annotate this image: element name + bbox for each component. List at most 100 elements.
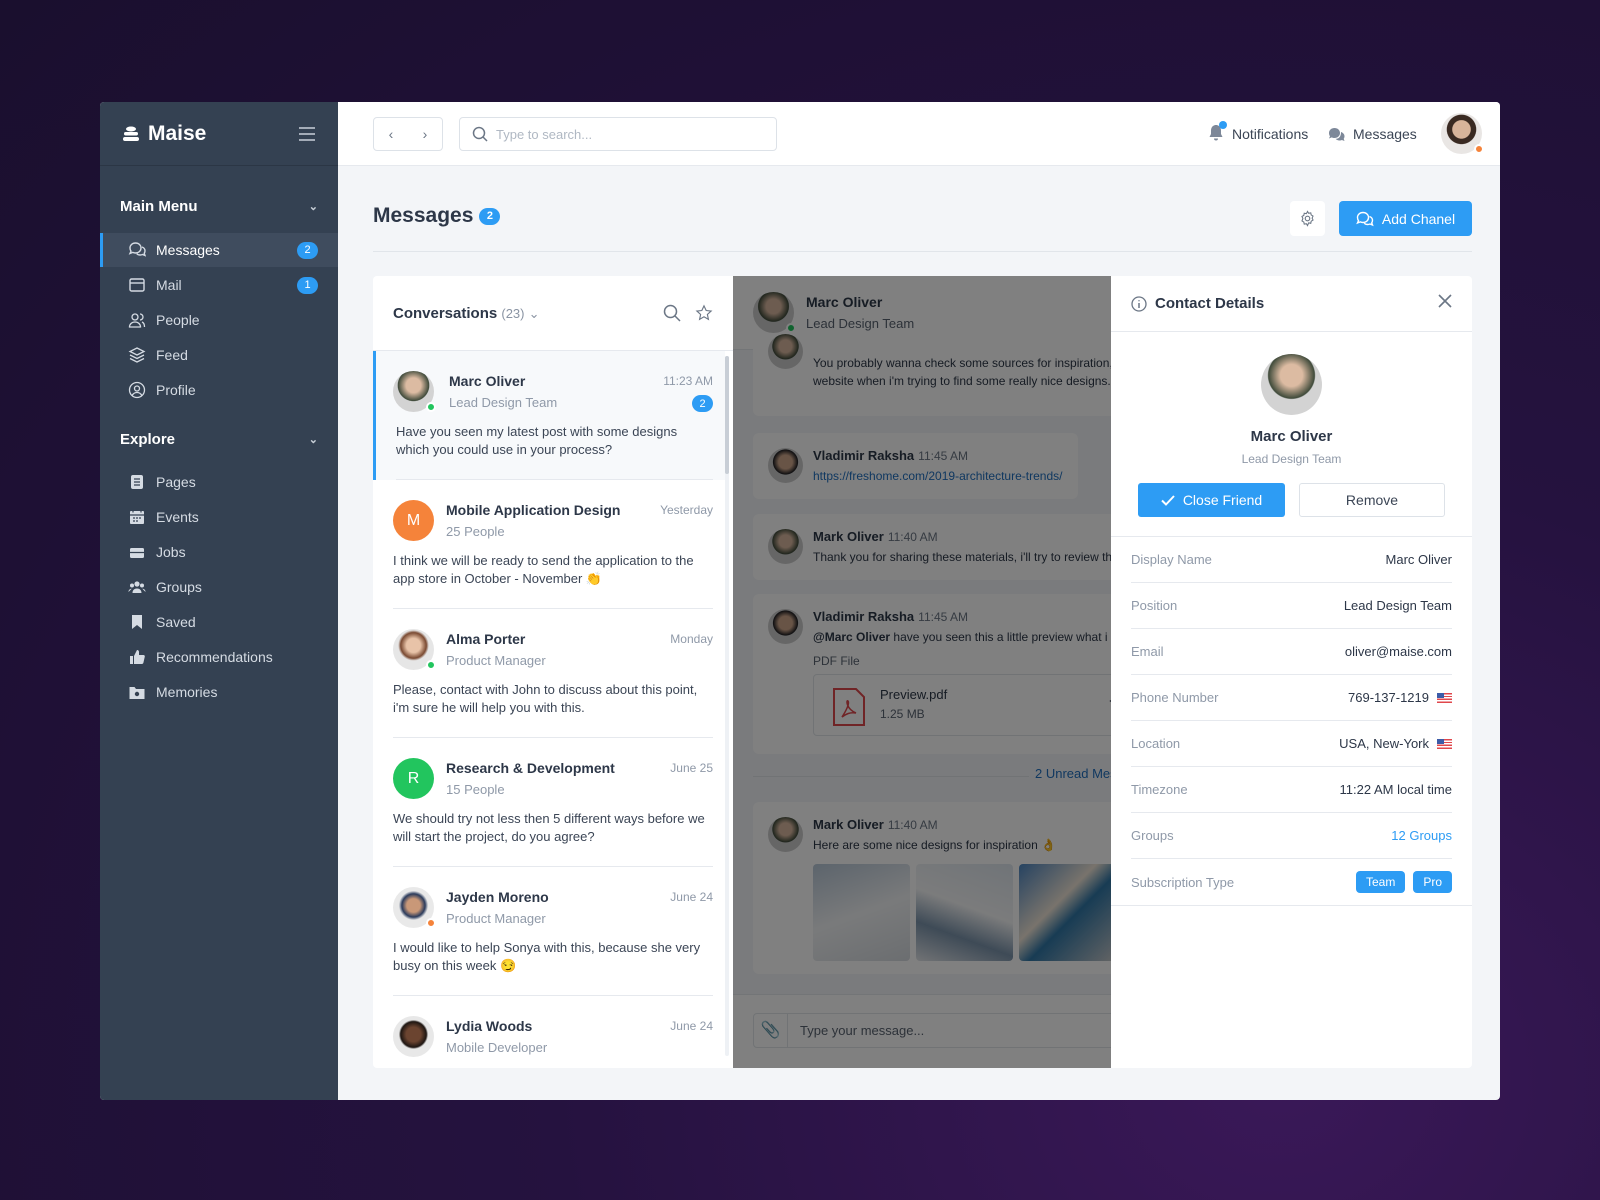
image-thumbnail[interactable] [813, 864, 910, 961]
sender-name: Mark Oliver [813, 817, 884, 832]
conversations-count: (23) [501, 305, 525, 321]
message-link[interactable]: https://freshome.com/2019-architecture-t… [813, 467, 1062, 485]
unread-badge: 2 [692, 395, 713, 412]
contact-name: Marc Oliver [1250, 428, 1333, 445]
unread-badge: 2 [479, 207, 501, 225]
avatar [393, 887, 436, 928]
detail-value: oliver@maise.com [1344, 644, 1452, 659]
pdf-file-icon [833, 688, 865, 726]
avatar [768, 448, 803, 483]
detail-value: Lead Design Team [1343, 598, 1452, 613]
close-friend-label: Close Friend [1182, 492, 1263, 508]
conversation-item[interactable]: Marc Oliver Lead Design Team 11:23 AM 2 Have… [373, 351, 725, 480]
file-attachment[interactable]: Preview.pdf 1.25 MB ⋯ [813, 674, 1111, 736]
user-circle-icon [128, 381, 146, 399]
sidebar-item-jobs[interactable]: Jobs [100, 535, 338, 569]
avatar [768, 609, 803, 644]
file-name: Preview.pdf [880, 687, 948, 702]
conversation-item[interactable]: Jayden Moreno Product Manager June 24 I wou… [373, 867, 725, 996]
sidebar-item-mail[interactable]: Mail 1 [100, 268, 338, 302]
sidebar-item-saved[interactable]: Saved [100, 605, 338, 639]
add-channel-button[interactable]: Add Chanel [1339, 201, 1472, 236]
count-badge: 2 [297, 241, 318, 259]
chat-bubbles-icon [1356, 211, 1374, 226]
layers-icon [128, 346, 146, 364]
sidebar-item-messages[interactable]: Messages 2 [100, 233, 338, 267]
conversation-name: Marc Oliver [449, 373, 526, 389]
conversation-time: Monday [670, 632, 713, 646]
remove-button[interactable]: Remove [1299, 483, 1445, 517]
conversation-name: Mobile Application Design [446, 502, 621, 518]
conversation-time: June 25 [670, 761, 713, 775]
chat-message: Vladimir Raksha 11:45 AM @Marc Oliver hav… [753, 594, 1111, 754]
message-input[interactable] [800, 1023, 1100, 1038]
sidebar-item-groups[interactable]: Groups [100, 570, 338, 604]
avatar [768, 529, 803, 564]
conversation-item[interactable]: M Mobile Application Design 25 People Yeste… [373, 480, 725, 609]
unread-messages-label[interactable]: 2 Unread Messages [1029, 766, 1111, 781]
sidebar-item-profile[interactable]: Profile [100, 373, 338, 407]
sidebar-item-people[interactable]: People [100, 303, 338, 337]
people-icon [128, 311, 146, 329]
sidebar-item-events[interactable]: Events [100, 500, 338, 534]
sidebar-item-label: Jobs [156, 544, 186, 560]
search-icon[interactable] [663, 304, 681, 322]
chat-panel: Marc Oliver Lead Design Team You probabl… [733, 276, 1111, 1068]
file-size: 1.25 MB [880, 707, 925, 721]
star-icon[interactable] [695, 304, 713, 322]
close-icon[interactable] [1438, 294, 1452, 308]
image-thumbnail[interactable] [916, 864, 1013, 961]
settings-button[interactable] [1290, 201, 1325, 236]
chat-message: Mark Oliver 11:40 AM Thank you for sharin… [753, 514, 1111, 580]
sidebar-item-memories[interactable]: Memories [100, 675, 338, 709]
conversations-panel: Conversations (23) ⌄ Marc Oliver Lead Des… [373, 276, 733, 1068]
subscription-tag[interactable]: Team [1355, 871, 1406, 893]
sidebar-item-label: Pages [156, 474, 196, 490]
logo[interactable]: Maise [122, 122, 206, 146]
paperclip-icon[interactable]: 📎 [754, 1014, 788, 1047]
sidebar-item-label: Events [156, 509, 199, 525]
main-menu-section-toggle[interactable]: Main Menu ⌄ [120, 198, 318, 215]
forward-button[interactable]: › [408, 126, 442, 142]
back-button[interactable]: ‹ [374, 126, 408, 142]
topbar: ‹› Notifications Messages [338, 102, 1500, 166]
contact-details-title: Contact Details [1155, 295, 1265, 312]
section-title: Explore [120, 431, 176, 448]
detail-label: Groups [1131, 828, 1174, 843]
user-avatar[interactable] [1441, 113, 1484, 154]
detail-row-email: Email oliver@maise.com [1131, 629, 1452, 675]
conversation-name: Research & Development [446, 760, 615, 776]
conversation-item[interactable]: R Research & Development 15 People June 25 W… [373, 738, 725, 867]
notifications-link[interactable]: Notifications [1208, 102, 1308, 166]
conversation-item[interactable]: Alma Porter Product Manager Monday Please, … [373, 609, 725, 738]
detail-label: Phone Number [1131, 690, 1219, 705]
chat-bubbles-icon [128, 241, 146, 259]
hamburger-menu-icon[interactable] [298, 126, 316, 141]
scrollbar[interactable] [725, 356, 729, 1056]
chevron-down-icon: ⌄ [308, 201, 318, 213]
chat-bubbles-icon [1329, 127, 1345, 141]
sidebar-item-feed[interactable]: Feed [100, 338, 338, 372]
subscription-tag[interactable]: Pro [1413, 871, 1452, 893]
messages-link[interactable]: Messages [1328, 102, 1417, 166]
conversations-filter-dropdown[interactable]: Conversations (23) ⌄ [393, 305, 540, 322]
explore-section-toggle[interactable]: Explore ⌄ [120, 431, 318, 448]
message-text: have you seen this a little preview what… [893, 630, 1111, 644]
sidebar-item-label: Memories [156, 684, 218, 700]
sidebar-item-recommendations[interactable]: Recommendations [100, 640, 338, 674]
mention[interactable]: @Marc Oliver [813, 630, 890, 644]
image-thumbnail[interactable] [1019, 864, 1111, 961]
bell-icon [1208, 121, 1227, 144]
conversation-time: June 24 [670, 1019, 713, 1033]
detail-label: Timezone [1131, 782, 1188, 797]
close-friend-button[interactable]: Close Friend [1138, 483, 1285, 517]
search-input[interactable] [496, 126, 756, 142]
sidebar-item-pages[interactable]: Pages [100, 465, 338, 499]
conversation-item[interactable]: Lydia Woods Mobile Developer June 24 [373, 996, 725, 1067]
app-window: Maise Main Menu ⌄ Messages 2 Mail 1 People Fee… [100, 102, 1500, 1100]
detail-value[interactable]: 12 Groups [1391, 828, 1452, 843]
conversation-subtitle: Product Manager [446, 653, 546, 668]
message-time: 11:40 AM [887, 818, 938, 832]
sidebar-item-label: Groups [156, 579, 202, 595]
conversation-name: Jayden Moreno [446, 889, 549, 905]
